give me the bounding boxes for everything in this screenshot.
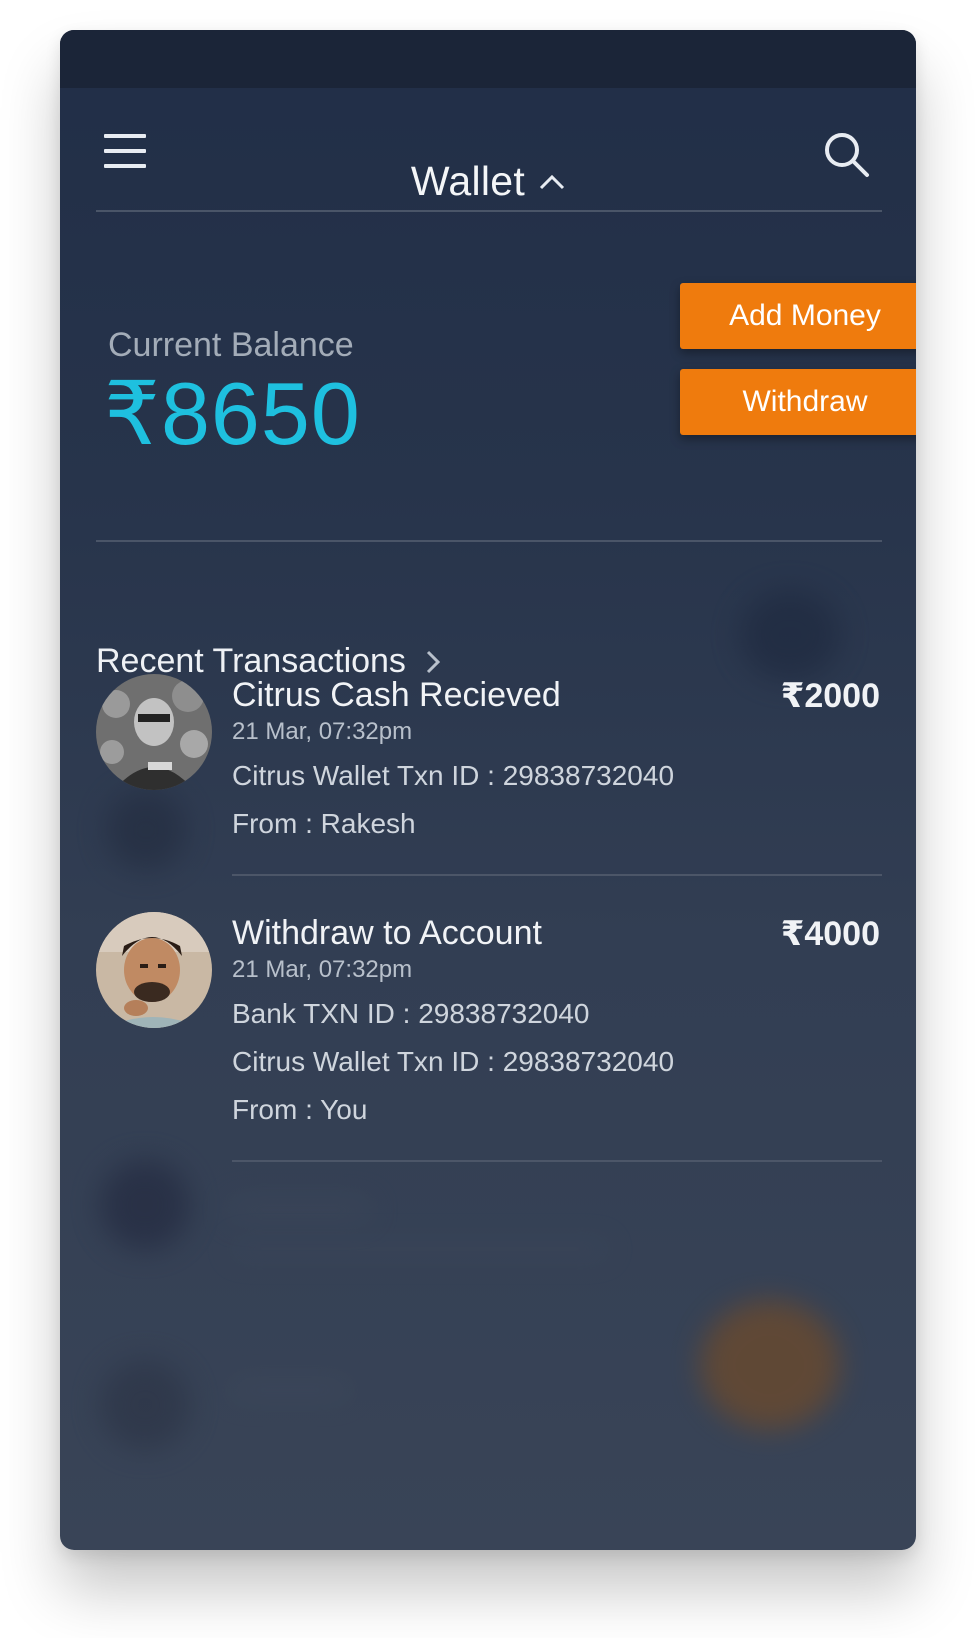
- blurred-circle-decoration: [106, 790, 186, 870]
- transaction-title[interactable]: Citrus Cash Recieved: [232, 676, 561, 715]
- avatar[interactable]: [96, 674, 212, 790]
- page-title: Wallet: [410, 158, 526, 204]
- blurred-fab-decoration: [700, 1300, 840, 1430]
- search-button[interactable]: [822, 130, 872, 180]
- balance-divider: [96, 540, 882, 542]
- balance-label: Current Balance: [108, 326, 354, 364]
- avatar-photo-rakesh: [96, 674, 212, 790]
- blurred-text-decoration: [230, 1200, 370, 1220]
- transaction-date: 21 Mar, 07:32pm: [232, 718, 413, 745]
- add-money-button[interactable]: Add Money: [680, 283, 916, 349]
- transaction-amount: ₹2000: [780, 677, 880, 715]
- wallet-title-dropdown[interactable]: Wallet: [411, 158, 565, 205]
- transaction-amount: ₹4000: [780, 915, 880, 953]
- balance-amount: ₹8650: [104, 364, 361, 463]
- blurred-circle-decoration: [100, 1160, 190, 1250]
- avatar[interactable]: [96, 912, 212, 1028]
- transaction-detail: From : You: [232, 1094, 368, 1125]
- search-icon: [825, 133, 869, 177]
- status-bar: [60, 30, 916, 88]
- transaction-detail: From : Rakesh: [232, 808, 416, 839]
- transaction-title[interactable]: Withdraw to Account: [232, 914, 542, 953]
- blurred-circle-decoration: [100, 1360, 190, 1450]
- blurred-text-decoration: [230, 1240, 610, 1258]
- transaction-detail: Bank TXN ID : 29838732040: [232, 998, 590, 1029]
- avatar-photo-you: [96, 912, 212, 1028]
- blurred-text-decoration: [230, 1380, 350, 1400]
- withdraw-button[interactable]: Withdraw: [680, 369, 916, 435]
- wallet-screen: Wallet Current Balance ₹8650 Add Money W…: [60, 30, 916, 1550]
- chevron-right-icon: [426, 650, 440, 673]
- transaction-date: 21 Mar, 07:32pm: [232, 956, 413, 983]
- row-divider: [232, 1160, 882, 1162]
- transaction-detail: Citrus Wallet Txn ID : 29838732040: [232, 760, 675, 791]
- chevron-up-icon: [540, 174, 565, 189]
- hamburger-menu-icon: [104, 134, 146, 138]
- row-divider: [232, 874, 882, 876]
- blurred-circle-decoration: [740, 590, 840, 680]
- transaction-detail: Citrus Wallet Txn ID : 29838732040: [232, 1046, 675, 1077]
- header-divider: [96, 210, 882, 212]
